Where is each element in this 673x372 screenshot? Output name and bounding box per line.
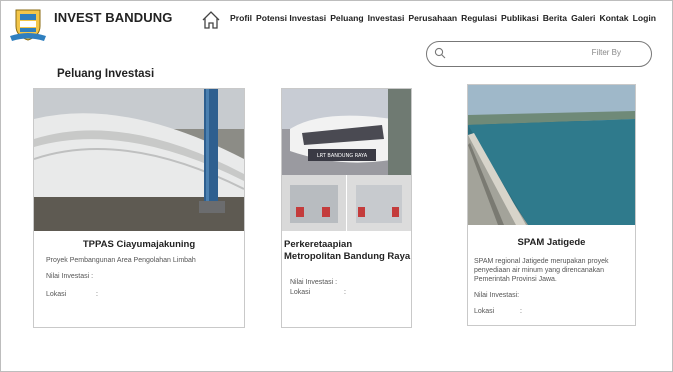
nav-galeri[interactable]: Galeri (571, 13, 595, 23)
nilai-investasi-label: Nilai Investasi: (474, 292, 520, 299)
investment-card-lrt[interactable]: LRT BANDUNG RAYA Perkeretaapian Metropol… (281, 88, 412, 328)
nav-kontak[interactable]: Kontak (599, 13, 628, 23)
nav-perusahaan[interactable]: Perusahaan (408, 13, 457, 23)
nav-berita[interactable]: Berita (543, 13, 567, 23)
lokasi-separator: : (344, 289, 346, 296)
nav-login[interactable]: Login (633, 13, 656, 23)
card-description: Proyek Pembangunan Area Pengolahan Limba… (46, 257, 196, 264)
card-image-landfill (34, 89, 244, 231)
card-title[interactable]: Perkeretaapian Metropolitan Bandung Raya (284, 239, 411, 263)
card-title[interactable]: SPAM Jatigede (468, 237, 635, 249)
nilai-investasi-label: Nilai Investasi : (290, 279, 338, 286)
nav-peluang[interactable]: Peluang (330, 13, 363, 23)
lokasi-label: Lokasi (46, 291, 67, 298)
main-nav: Profil Potensi Investasi Peluang Investa… (230, 13, 656, 23)
lokasi-separator: : (96, 291, 98, 298)
investment-card-spam[interactable]: SPAM Jatigede SPAM regional Jatigede mer… (467, 84, 636, 326)
card-description: SPAM regional Jatigede merupakan proyek … (474, 258, 609, 284)
lokasi-label: Lokasi (474, 308, 495, 315)
nav-regulasi[interactable]: Regulasi (461, 13, 497, 23)
home-icon[interactable] (200, 9, 222, 31)
card-title[interactable]: TPPAS Ciayumajakuning (34, 239, 244, 251)
nilai-investasi-label: Nilai Investasi : (46, 273, 94, 280)
bandung-logo[interactable] (8, 6, 48, 44)
lrt-image-caption: LRT BANDUNG RAYA (317, 153, 368, 159)
lokasi-separator: : (520, 308, 522, 315)
section-title: Peluang Investasi (57, 68, 155, 80)
nav-profil[interactable]: Profil (230, 13, 252, 23)
card-image-dam (468, 85, 635, 225)
nav-potensi-investasi[interactable]: Potensi Investasi (256, 13, 326, 23)
card-image-lrt: LRT BANDUNG RAYA (282, 89, 411, 231)
search-icon (434, 47, 446, 59)
brand-title[interactable]: INVEST BANDUNG (54, 10, 172, 25)
filter-placeholder: Filter By (591, 48, 621, 57)
investment-card-tppas[interactable]: TPPAS Ciayumajakuning Proyek Pembangunan… (33, 88, 245, 328)
filter-search-input[interactable]: Filter By (426, 41, 652, 67)
lokasi-label: Lokasi (290, 289, 311, 296)
nav-publikasi[interactable]: Publikasi (501, 13, 539, 23)
nav-investasi[interactable]: Investasi (368, 13, 405, 23)
